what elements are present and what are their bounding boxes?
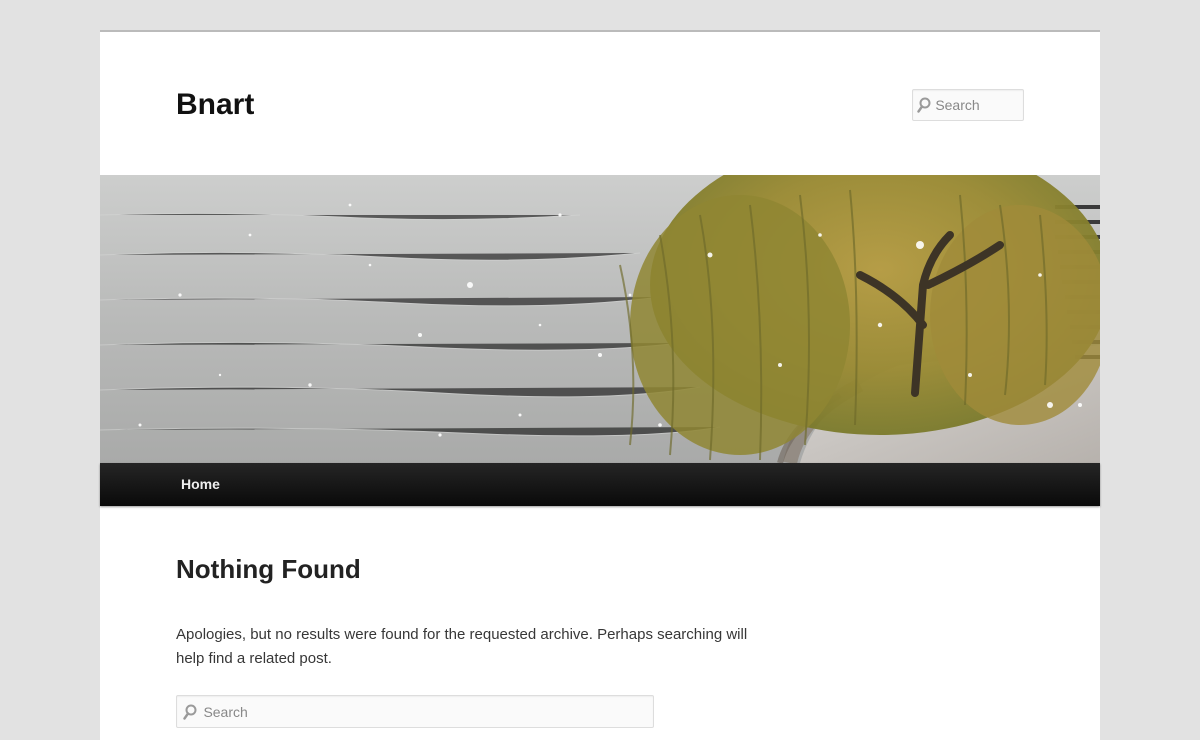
site-title[interactable]: Bnart xyxy=(176,88,254,122)
search-icon xyxy=(177,704,203,720)
main-navigation: Home xyxy=(100,463,1100,506)
content-search-input[interactable] xyxy=(203,703,653,720)
search-icon xyxy=(913,97,935,113)
nav-item-home[interactable]: Home xyxy=(181,476,220,492)
content-search-field[interactable] xyxy=(176,695,654,728)
page-container: Bnart Search Home Nothing Found Apologie… xyxy=(100,30,1100,740)
header-image xyxy=(100,175,1100,463)
header-search-field[interactable] xyxy=(912,89,1024,121)
header-search-input[interactable] xyxy=(935,97,1023,113)
lake-willow-snow-photo xyxy=(100,175,1100,463)
no-results-message: Apologies, but no results were found for… xyxy=(176,626,748,667)
page-title: Nothing Found xyxy=(176,554,361,584)
